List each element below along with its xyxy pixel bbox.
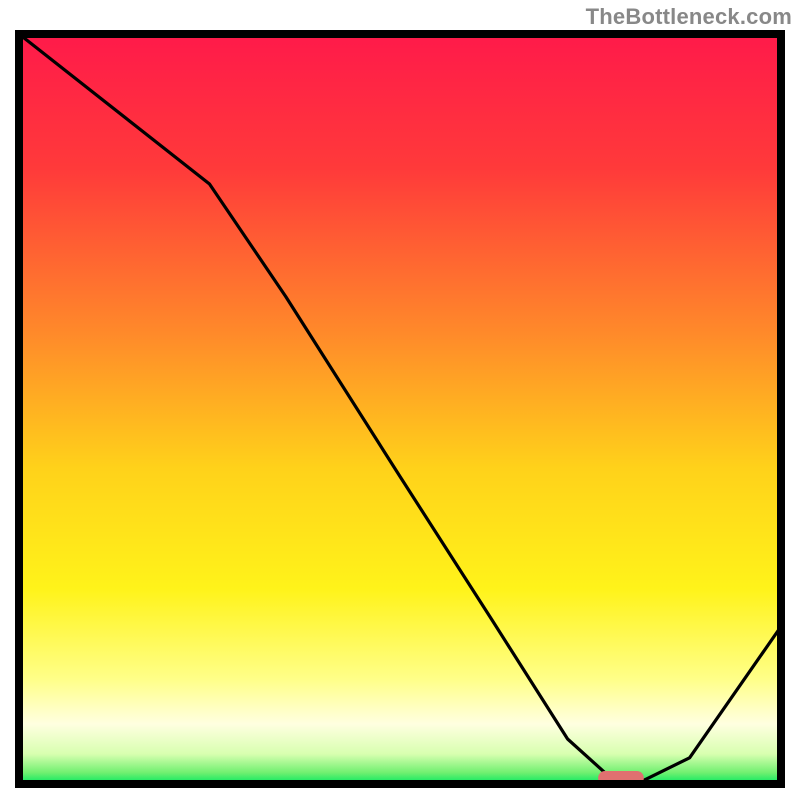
chart-container: TheBottleneck.com [0, 0, 800, 800]
plot-background [19, 34, 781, 784]
bottleneck-chart [15, 30, 785, 788]
watermark-text: TheBottleneck.com [586, 4, 792, 30]
